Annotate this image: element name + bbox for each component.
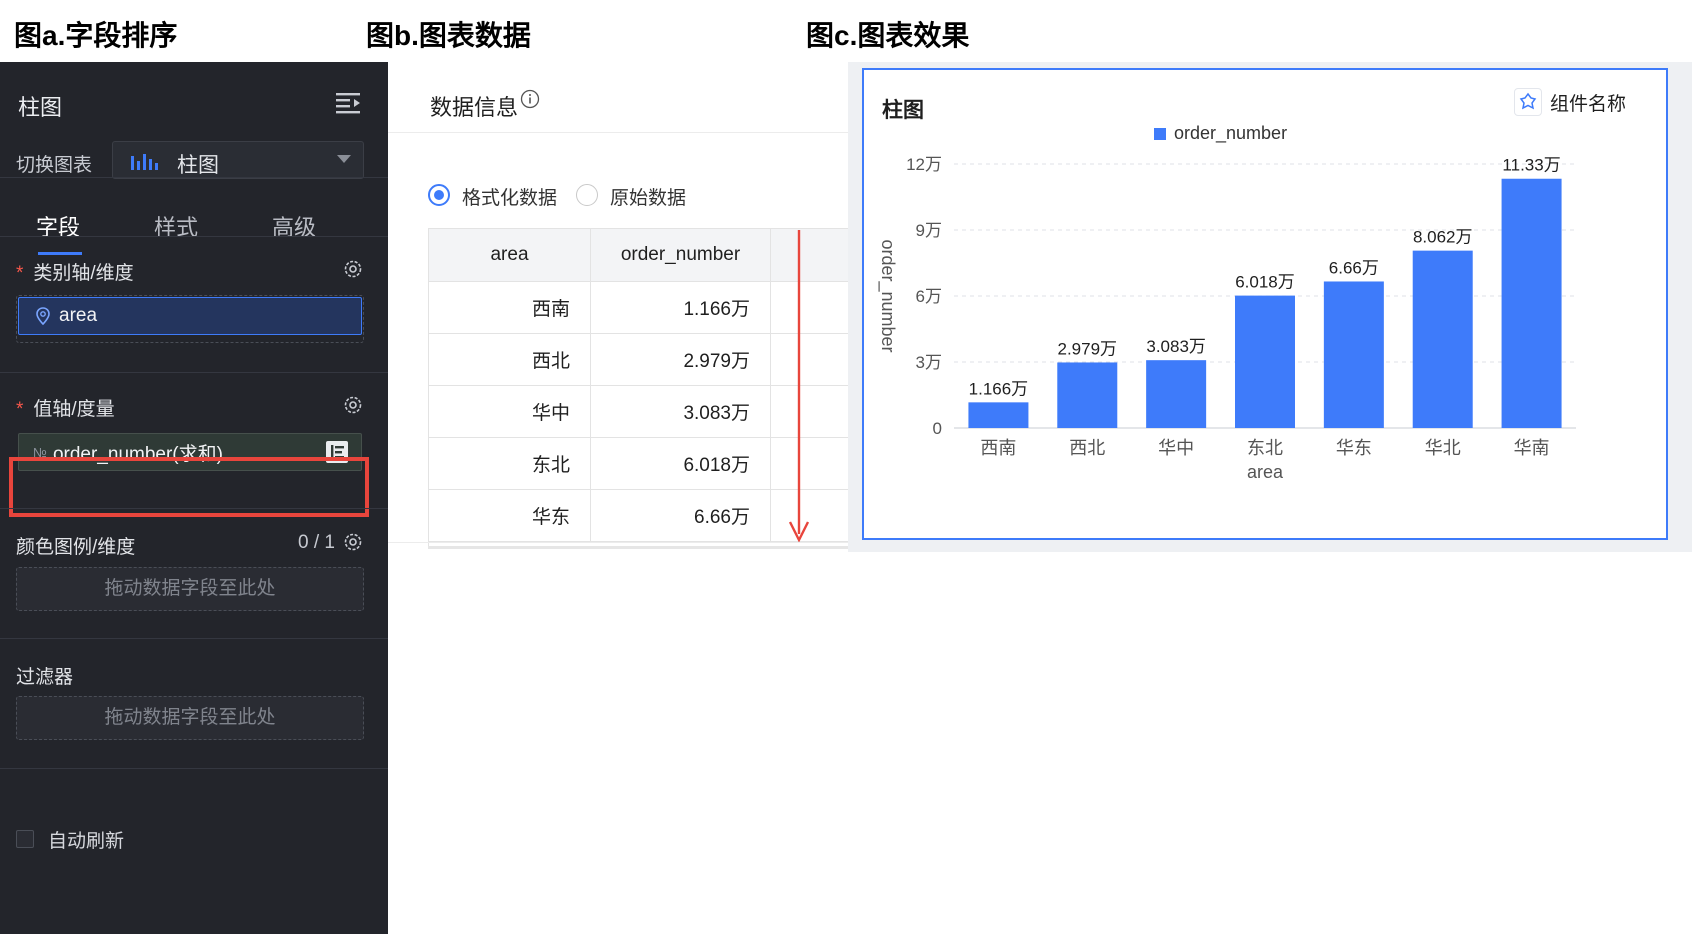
bar-value-label: 11.33万: [1502, 156, 1560, 175]
table-cell: 6.66万: [591, 490, 771, 541]
divider: [0, 177, 388, 178]
color-drop-zone[interactable]: 拖动数据字段至此处: [16, 567, 364, 611]
divider: [388, 542, 848, 543]
table-cell: 1.166万: [591, 282, 771, 333]
table-cell: 华中: [429, 386, 591, 437]
tab-fields[interactable]: 字段: [36, 210, 80, 242]
category-axis-label: * 类别轴/维度: [16, 263, 134, 284]
divider: [0, 508, 388, 509]
sort-direction-arrow: [788, 230, 810, 543]
column-header-area: area: [429, 229, 591, 281]
auto-refresh-checkbox[interactable]: [16, 830, 34, 848]
x-tick-label: 华中: [1158, 438, 1194, 458]
bar-value-label: 6.66万: [1329, 258, 1379, 277]
field-pill-area[interactable]: area: [18, 297, 362, 335]
location-pin-icon: [36, 307, 50, 326]
chevron-down-icon: [337, 155, 351, 163]
field-config-panel: 柱图 切换图表 柱图 字段 样式 高级 * 类别轴/维度 area * 值轴/度…: [0, 62, 388, 934]
table-cell: 东北: [429, 438, 591, 489]
y-tick-label: 3万: [916, 353, 942, 372]
active-tab-indicator: [38, 252, 82, 255]
switch-chart-label: 切换图表: [16, 155, 93, 176]
panel-header-title: 柱图: [18, 95, 63, 120]
filter-label: 过滤器: [16, 667, 74, 688]
legend-label: order_number: [1174, 123, 1287, 144]
gear-icon[interactable]: [343, 395, 363, 415]
x-tick-label: 华北: [1425, 438, 1461, 458]
gear-icon[interactable]: [343, 532, 363, 552]
required-mark: *: [16, 399, 24, 420]
column-header-order-number: order_number: [591, 229, 771, 281]
bar-value-label: 8.062万: [1413, 228, 1473, 247]
tab-style[interactable]: 样式: [154, 210, 198, 242]
info-icon[interactable]: [520, 89, 540, 109]
bar-chart-icon: [131, 154, 158, 170]
required-mark: *: [16, 263, 24, 284]
figure-b-title: 图b.图表数据: [366, 20, 531, 51]
data-info-title: 数据信息: [430, 95, 519, 120]
y-tick-label: 12万: [906, 155, 942, 174]
y-tick-label: 0: [933, 419, 942, 438]
auto-refresh-label: 自动刷新: [48, 831, 125, 852]
figure-c-title: 图c.图表效果: [806, 20, 970, 51]
color-legend-label: 颜色图例/维度: [16, 537, 136, 558]
bar-value-label: 3.083万: [1146, 337, 1206, 356]
y-axis-label: order_number: [877, 239, 898, 352]
table-cell: 华东: [429, 490, 591, 541]
chart-type-select[interactable]: 柱图: [112, 141, 364, 179]
x-tick-label: 东北: [1247, 438, 1283, 458]
bar-value-label: 2.979万: [1058, 339, 1118, 358]
chart-preview-panel: 柱图 组件名称 order_number 0 3万 6万 9万 12万 order_numb…: [848, 62, 1692, 552]
table-cell: 6.018万: [591, 438, 771, 489]
legend-swatch: [1154, 128, 1166, 140]
bar: [1501, 178, 1562, 428]
x-tick-label: 华东: [1336, 438, 1372, 458]
divider: [388, 132, 848, 133]
filter-drop-zone[interactable]: 拖动数据字段至此处: [16, 696, 364, 740]
x-tick-label: 西南: [980, 438, 1016, 458]
divider: [0, 638, 388, 639]
bar: [1323, 281, 1384, 428]
table-cell: 2.979万: [591, 334, 771, 385]
value-axis-label: * 值轴/度量: [16, 399, 115, 420]
figure-a-title: 图a.字段排序: [14, 20, 178, 51]
bar: [1235, 295, 1295, 428]
x-tick-label: 华南: [1514, 438, 1550, 458]
divider: [0, 372, 388, 373]
divider: [0, 768, 388, 769]
radio-formatted-data[interactable]: [428, 184, 450, 206]
radio-raw-label: 原始数据: [610, 188, 687, 209]
y-tick-label: 6万: [916, 287, 942, 306]
table-cell: 3.083万: [591, 386, 771, 437]
table-cell: 西北: [429, 334, 591, 385]
bar: [968, 402, 1029, 428]
data-info-panel: 数据信息 格式化数据 原始数据 area order_number 西南 1.1…: [388, 62, 849, 934]
radio-raw-data[interactable]: [576, 184, 598, 206]
table-cell: 西南: [429, 282, 591, 333]
bar-value-label: 6.018万: [1235, 273, 1295, 292]
bar: [1146, 360, 1207, 428]
y-tick-label: 9万: [916, 221, 942, 240]
chart-card[interactable]: 柱图 组件名称 order_number 0 3万 6万 9万 12万 order_numb…: [862, 68, 1668, 540]
x-axis-label: area: [1247, 462, 1284, 482]
gear-icon[interactable]: [343, 259, 363, 279]
table-scrollbar[interactable]: [428, 546, 848, 549]
bar: [1057, 362, 1118, 428]
divider: [0, 236, 388, 237]
color-legend-count: 0 / 1: [298, 532, 335, 553]
bar-chart: order_number 0 3万 6万 9万 12万 order_number 1.166万…: [877, 123, 1576, 482]
chart-type-value: 柱图: [177, 154, 219, 177]
field-name: area: [59, 305, 98, 326]
radio-formatted-label: 格式化数据: [462, 188, 558, 209]
tab-advanced[interactable]: 高级: [272, 210, 316, 242]
x-tick-label: 西北: [1069, 438, 1105, 458]
collapse-menu-icon[interactable]: [336, 92, 362, 114]
bar-value-label: 1.166万: [969, 379, 1029, 398]
bar: [1412, 250, 1473, 428]
